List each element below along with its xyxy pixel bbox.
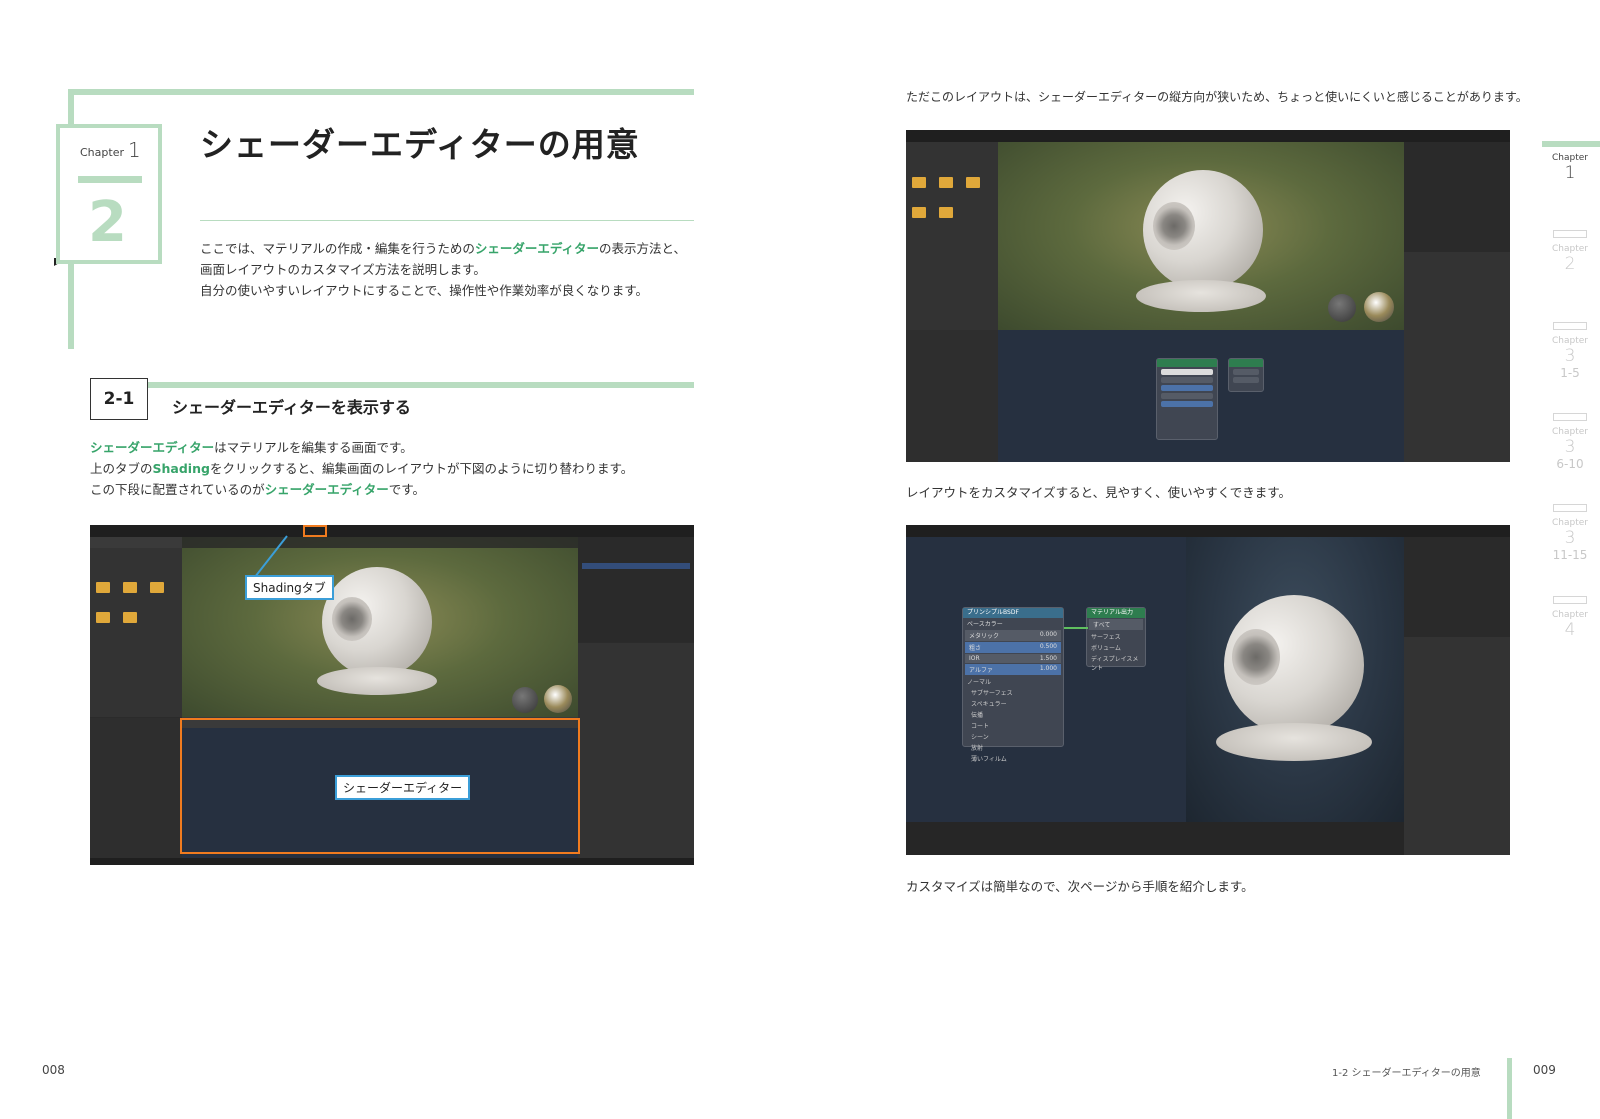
image-editor-grid bbox=[90, 718, 182, 858]
3d-viewport bbox=[182, 537, 578, 717]
shader-editor-area bbox=[998, 330, 1404, 462]
left-top-rule bbox=[68, 89, 694, 95]
caption-bottom: カスタマイズは簡単なので、次ページから手順を紹介します。 bbox=[906, 879, 1254, 894]
side-tab-3b[interactable]: Chapter 3 6-10 bbox=[1540, 413, 1600, 471]
folio-left: 008 bbox=[42, 1063, 65, 1077]
chapter-box: Chapter 1 2 bbox=[56, 124, 162, 264]
shading-tab-highlight bbox=[303, 525, 327, 537]
caption-top: ただこのレイアウトは、シェーダーエディターの縦方向が狭いため、ちょっと使いにくい… bbox=[906, 90, 1528, 104]
page-title: シェーダーエディターの用意 bbox=[200, 125, 640, 164]
3d-viewport-dark bbox=[1186, 537, 1404, 822]
folio-right: 009 bbox=[1533, 1063, 1556, 1077]
intro-text: ここでは、マテリアルの作成・編集を行うためのシェーダーエディターの表示方法と、 … bbox=[200, 241, 687, 298]
blender-screenshot-shading: LayoutModelingSculptingUV EditingTexture… bbox=[90, 525, 694, 865]
blender-screenshot-customized: プリンシプルBSDF ベースカラー メタリック 0.000 粗さ 0.500 I… bbox=[906, 525, 1510, 855]
intro-highlight: シェーダーエディター bbox=[474, 241, 600, 256]
section-title: シェーダーエディターを表示する bbox=[172, 398, 411, 417]
shader-editor-large: プリンシプルBSDF ベースカラー メタリック 0.000 粗さ 0.500 I… bbox=[906, 537, 1186, 822]
timeline bbox=[906, 822, 1404, 855]
blender-screenshot-default bbox=[906, 130, 1510, 462]
section-number-box: 2-1 bbox=[90, 378, 148, 420]
side-tab-2[interactable]: Chapter 2 bbox=[1540, 230, 1600, 274]
section-body: シェーダーエディターはマテリアルを編集する画面です。 上のタブのShadingを… bbox=[90, 440, 634, 497]
3d-viewport bbox=[998, 142, 1404, 330]
properties-panel bbox=[578, 643, 694, 865]
side-tab-1[interactable]: Chapter 1 bbox=[1540, 153, 1600, 183]
chapter-label: Chapter bbox=[80, 146, 124, 159]
side-tab-4[interactable]: Chapter 4 bbox=[1540, 596, 1600, 640]
chapter-number: 1 bbox=[128, 138, 141, 162]
outliner bbox=[578, 537, 694, 642]
running-head: 1-2 シェーダーエディターの用意 bbox=[1332, 1068, 1481, 1079]
file-browser bbox=[90, 537, 182, 717]
side-tab-3c[interactable]: Chapter 3 11-15 bbox=[1540, 504, 1600, 562]
active-tab-marker bbox=[1542, 141, 1600, 147]
callout-shading-tab: Shadingタブ bbox=[245, 575, 334, 600]
title-underline bbox=[200, 220, 694, 221]
callout-shader-editor: シェーダーエディター bbox=[335, 775, 471, 800]
footer-green-rule bbox=[1507, 1058, 1512, 1119]
material-output-node: マテリアル出力 すべて サーフェス ボリューム ディスプレイスメント bbox=[1086, 607, 1146, 672]
section-rule bbox=[148, 382, 694, 388]
chapter-divider bbox=[78, 176, 142, 183]
side-tab-3a[interactable]: Chapter 3 1-5 bbox=[1540, 322, 1600, 380]
caption-middle: レイアウトをカスタマイズすると、見やすく、使いやすくできます。 bbox=[906, 485, 1292, 500]
section-big-number: 2 bbox=[88, 190, 127, 255]
principled-bsdf-node: プリンシプルBSDF ベースカラー メタリック 0.000 粗さ 0.500 I… bbox=[962, 607, 1064, 763]
